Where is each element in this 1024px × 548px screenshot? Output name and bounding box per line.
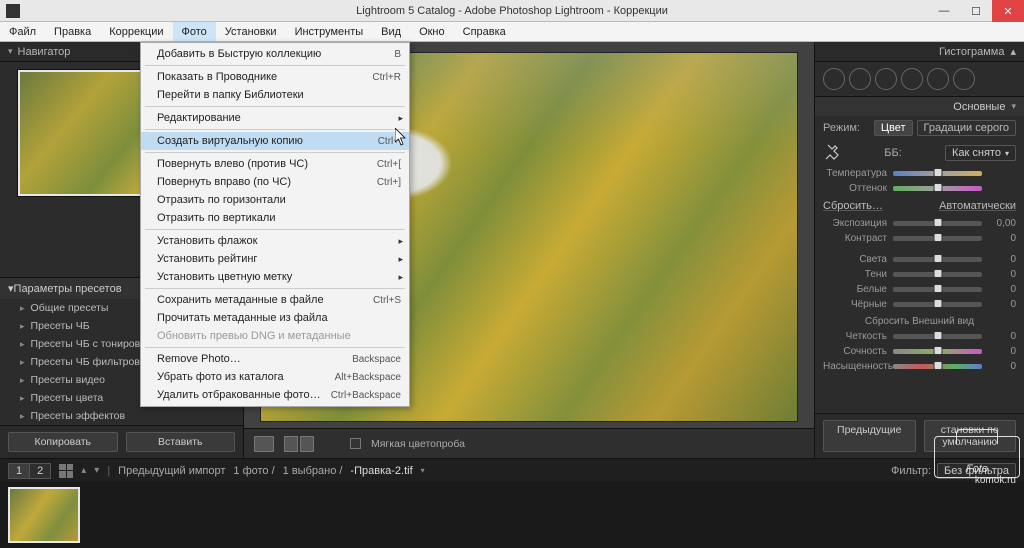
menu-item[interactable]: Установить флажок▸ [141,232,409,250]
brush-tool[interactable] [953,68,975,90]
window-title: Lightroom 5 Catalog - Adobe Photoshop Li… [0,5,1024,17]
menu-file[interactable]: Файл [0,22,45,41]
status-bar: 12 ▴ ▾ | Предыдущий импорт 1 фото / 1 вы… [0,458,1024,482]
temp-label: Температура [823,168,887,179]
menu-window[interactable]: Окно [410,22,454,41]
photo-dropdown: Добавить в Быструю коллекциюB Показать в … [140,42,410,407]
softproof-label: Мягкая цветопроба [371,438,465,450]
eyedropper-icon[interactable] [823,144,841,162]
tint-label: Оттенок [823,183,887,194]
breadcrumb-selected: 1 выбрано / [283,465,343,477]
menu-item[interactable]: Сохранить метаданные в файлеCtrl+S [141,291,409,309]
preset-folder[interactable]: Пресеты эффектов [0,407,243,425]
breadcrumb-source[interactable]: Предыдущий импорт [118,465,225,477]
before-after-buttons[interactable] [284,436,314,452]
menu-item[interactable]: Показать в ПроводникеCtrl+R [141,68,409,86]
menu-item[interactable]: Добавить в Быструю коллекциюB [141,45,409,63]
menu-item[interactable]: Удалить отбракованные фото…Ctrl+Backspac… [141,386,409,404]
watermark-text: komok.ru [975,475,1016,486]
previous-button[interactable]: Предыдущие [823,420,916,452]
menu-item[interactable]: Установить цветную метку▸ [141,268,409,286]
blacks-slider[interactable] [893,302,982,307]
navigator-title: Навигатор [18,46,71,58]
crop-tool[interactable] [823,68,845,90]
reset-tone-link[interactable]: Сбросить… [823,200,883,212]
menu-view[interactable]: Вид [372,22,410,41]
menu-item[interactable]: Прочитать метаданные из файла [141,309,409,327]
menu-item[interactable]: Перейти в папку Библиотеки [141,86,409,104]
auto-tone-link[interactable]: Автоматически [939,200,1016,212]
wb-label: ББ: [884,147,902,159]
window-titlebar: Lightroom 5 Catalog - Adobe Photoshop Li… [0,0,1024,22]
close-button[interactable]: ✕ [992,0,1024,22]
filmstrip [0,482,1024,548]
loupe-view-button[interactable] [254,436,274,452]
temp-slider[interactable] [893,171,982,176]
breadcrumb-filename: -Правка-2.tif [350,465,412,477]
mode-gray-tab[interactable]: Градации серого [917,120,1017,136]
mode-label: Режим: [823,122,860,134]
menu-item[interactable]: Отразить по горизонтали [141,191,409,209]
softproof-checkbox[interactable] [350,438,361,449]
saturation-slider[interactable] [893,364,982,369]
whites-slider[interactable] [893,287,982,292]
radial-filter-tool[interactable] [927,68,949,90]
menu-item: Обновить превью DNG и метаданные [141,327,409,345]
histogram-title: Гистограмма [939,46,1005,58]
vibrance-slider[interactable] [893,349,982,354]
spot-tool[interactable] [849,68,871,90]
paste-button[interactable]: Вставить [126,432,236,452]
menu-item[interactable]: Отразить по вертикали [141,209,409,227]
right-panel: Гистограмма▴ Основные▾ Режим: Цвет Града… [814,42,1024,458]
filter-label: Фильтр: [891,465,931,477]
mode-color-tab[interactable]: Цвет [874,120,913,136]
menu-bar: Файл Правка Коррекции Фото Установки Инс… [0,22,1024,42]
minimize-button[interactable]: — [928,0,960,22]
highlights-slider[interactable] [893,257,982,262]
breadcrumb-count: 1 фото / [233,465,274,477]
tool-strip [815,62,1024,96]
presets-title: Параметры пресетов [14,283,122,295]
watermark-logo: Foto [934,436,1020,478]
basic-panel-head[interactable]: Основные▾ [815,96,1024,116]
histogram-panel-head[interactable]: Гистограмма▴ [815,42,1024,62]
shadows-slider[interactable] [893,272,982,277]
menu-settings[interactable]: Установки [216,22,286,41]
menu-edit[interactable]: Правка [45,22,100,41]
sort-desc-icon[interactable]: ▾ [94,465,99,476]
redeye-tool[interactable] [875,68,897,90]
menu-item[interactable]: Редактирование▸ [141,109,409,127]
app-icon [6,4,20,18]
exposure-slider[interactable] [893,221,982,226]
basic-title: Основные [953,101,1005,113]
clarity-slider[interactable] [893,334,982,339]
maximize-button[interactable]: ☐ [960,0,992,22]
menu-tools[interactable]: Инструменты [286,22,373,41]
menu-photo[interactable]: Фото [173,22,216,41]
menu-item[interactable]: Убрать фото из каталогаAlt+Backspace [141,368,409,386]
secondary-display-toggle[interactable]: 12 [8,463,51,479]
menu-item[interactable]: Повернуть влево (против ЧС)Ctrl+[ [141,155,409,173]
contrast-slider[interactable] [893,236,982,241]
copy-button[interactable]: Копировать [8,432,118,452]
wb-dropdown[interactable]: Как снято▾ [945,145,1016,161]
menu-item[interactable]: Установить рейтинг▸ [141,250,409,268]
grad-filter-tool[interactable] [901,68,923,90]
menu-item[interactable]: Remove Photo…Backspace [141,350,409,368]
presence-subtitle: Сбросить Внешний вид [815,312,1024,329]
filmstrip-thumbnail[interactable] [8,487,80,543]
menu-item[interactable]: Создать виртуальную копиюCtrl+' [141,132,409,150]
grid-view-icon[interactable] [59,464,73,478]
tint-slider[interactable] [893,186,982,191]
center-toolbar: Мягкая цветопроба [244,428,814,458]
menu-help[interactable]: Справка [454,22,515,41]
sort-asc-icon[interactable]: ▴ [81,465,86,476]
menu-item[interactable]: Повернуть вправо (по ЧС)Ctrl+] [141,173,409,191]
menu-develop[interactable]: Коррекции [100,22,172,41]
